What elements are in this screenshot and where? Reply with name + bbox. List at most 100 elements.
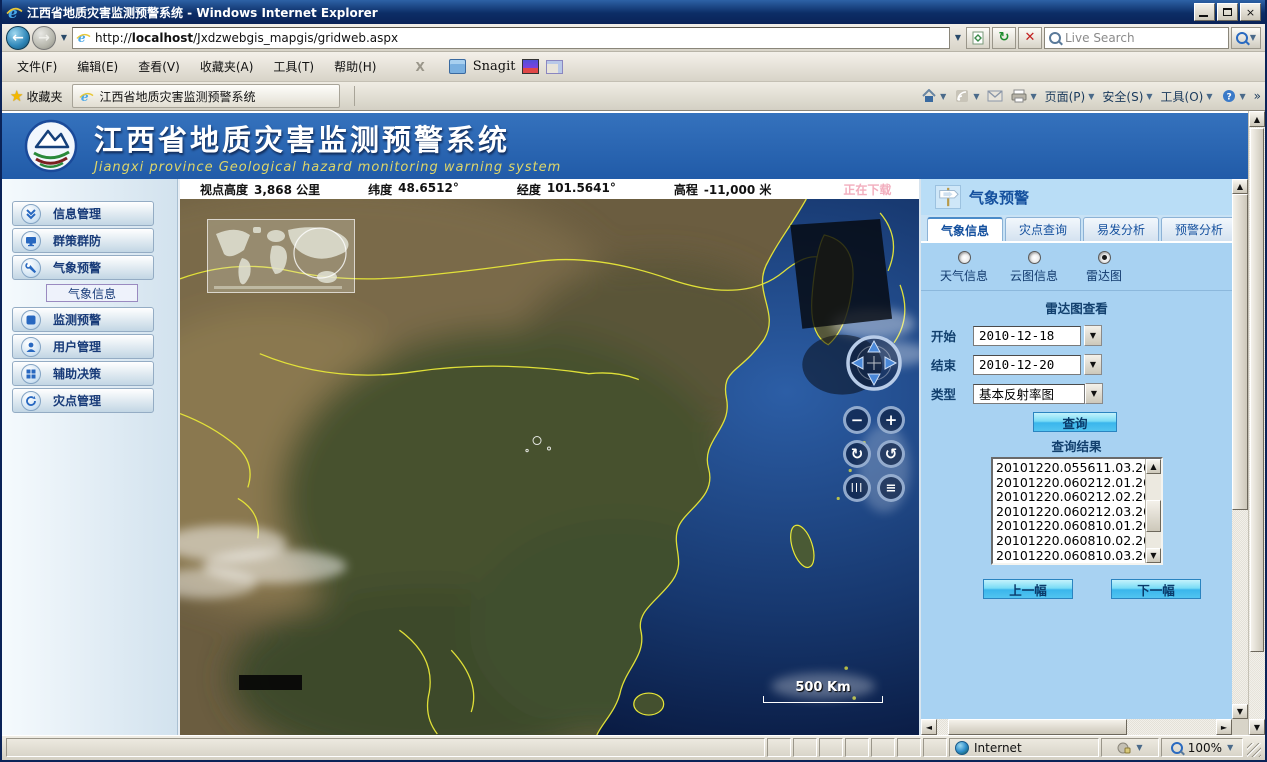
- start-date-input[interactable]: 2010-12-18: [973, 326, 1081, 346]
- rotate-ccw-button[interactable]: ↺: [877, 440, 905, 468]
- zoom-in-button[interactable]: +: [877, 406, 905, 434]
- sidebar-item-hazard-point-mgmt[interactable]: 灾点管理: [12, 388, 154, 413]
- start-date-dropdown[interactable]: ▼: [1084, 325, 1102, 346]
- tilt-up-button[interactable]: |||: [843, 474, 871, 502]
- results-listbox[interactable]: 20101220.055611.03.20. 20101220.060212.0…: [991, 457, 1163, 565]
- list-scrollbar[interactable]: ▲ ▼: [1145, 459, 1161, 563]
- menu-tools[interactable]: 工具(T): [264, 54, 323, 79]
- live-search-box[interactable]: [1044, 27, 1229, 49]
- scroll-left-icon[interactable]: ◄: [921, 719, 937, 735]
- menu-help[interactable]: 帮助(H): [325, 54, 385, 79]
- snagit-capture-icon[interactable]: [522, 59, 539, 74]
- back-button[interactable]: ←: [6, 26, 30, 50]
- radio-cloud-image[interactable]: [1028, 251, 1041, 264]
- favorites-label[interactable]: 收藏夹: [26, 88, 62, 105]
- favorites-star-icon[interactable]: ★: [10, 87, 23, 105]
- scroll-up-icon[interactable]: ▲: [1232, 179, 1248, 194]
- scroll-down-icon[interactable]: ▼: [1146, 548, 1161, 563]
- scroll-down-icon[interactable]: ▼: [1249, 719, 1265, 735]
- search-go-button[interactable]: ▼: [1231, 27, 1261, 49]
- search-input[interactable]: [1065, 31, 1224, 45]
- home-button[interactable]: ▼: [921, 89, 946, 103]
- scroll-thumb[interactable]: [1146, 500, 1161, 532]
- list-item[interactable]: 20101220.060212.03.20.: [993, 504, 1145, 519]
- radio-radar-image[interactable]: [1098, 251, 1111, 264]
- type-dropdown[interactable]: ▼: [1085, 383, 1103, 404]
- feeds-button[interactable]: ▼: [954, 89, 979, 103]
- statusbar-cell: [819, 738, 843, 757]
- overflow-chevron[interactable]: »: [1254, 89, 1261, 103]
- scroll-thumb[interactable]: [1250, 128, 1264, 652]
- minimize-button[interactable]: [1194, 3, 1215, 21]
- type-select[interactable]: 基本反射率图: [973, 384, 1085, 404]
- zoom-out-button[interactable]: −: [843, 406, 871, 434]
- list-item[interactable]: 20101220.060810.03.20.: [993, 548, 1145, 563]
- radio-weather-info[interactable]: [958, 251, 971, 264]
- query-button[interactable]: 查询: [1033, 412, 1117, 432]
- tilt-down-button[interactable]: ≡: [877, 474, 905, 502]
- list-item[interactable]: 20101220.060212.02.20.: [993, 489, 1145, 504]
- sidebar-item-group-defense[interactable]: 群策群防: [12, 228, 154, 253]
- protected-mode-icon: [1117, 741, 1131, 755]
- help-menu[interactable]: ?▼: [1221, 89, 1246, 103]
- panel-horizontal-scrollbar[interactable]: ◄ ►: [921, 719, 1232, 735]
- start-date-row: 开始 2010-12-18 ▼: [931, 325, 1232, 346]
- url-field[interactable]: e http://localhost/Jxdzwebgis_mapgis/gri…: [72, 27, 950, 49]
- scroll-up-icon[interactable]: ▲: [1146, 459, 1161, 474]
- overview-inset-map[interactable]: [207, 219, 355, 293]
- sidebar-item-info-mgmt[interactable]: 信息管理: [12, 201, 154, 226]
- list-item[interactable]: 20101220.060810.02.20.: [993, 533, 1145, 548]
- toolbar-close-icon[interactable]: X: [415, 60, 424, 74]
- scroll-down-icon[interactable]: ▼: [1232, 704, 1248, 719]
- print-button[interactable]: ▼: [1011, 89, 1036, 103]
- scroll-thumb[interactable]: [1232, 194, 1248, 510]
- globe-view[interactable]: − + ↻ ↺ ||| ≡ 500 Km: [180, 199, 919, 735]
- page-vertical-scrollbar[interactable]: ▲ ▼: [1248, 111, 1265, 735]
- forward-button[interactable]: →: [32, 26, 56, 50]
- snagit-profile-icon[interactable]: [546, 60, 563, 74]
- scroll-up-icon[interactable]: ▲: [1249, 111, 1265, 127]
- read-mail-button[interactable]: [987, 89, 1003, 103]
- resize-grip[interactable]: [1247, 743, 1261, 757]
- sidebar-item-user-mgmt[interactable]: 用户管理: [12, 334, 154, 359]
- page-menu[interactable]: 页面(P)▼: [1045, 88, 1095, 105]
- snagit-icon[interactable]: [449, 59, 466, 74]
- tab-hazard-query[interactable]: 灾点查询: [1005, 217, 1081, 241]
- tab-warning-analysis[interactable]: 预警分析: [1161, 217, 1232, 241]
- browser-tab[interactable]: e 江西省地质灾害监测预警系统: [72, 84, 340, 108]
- history-dropdown[interactable]: ▼: [58, 28, 70, 48]
- compatibility-view-button[interactable]: [966, 27, 990, 49]
- snagit-label[interactable]: Snagit: [473, 59, 516, 74]
- tools-menu[interactable]: 工具(O)▼: [1161, 88, 1213, 105]
- next-frame-button[interactable]: 下一幅: [1111, 579, 1201, 599]
- stop-button[interactable]: ✕: [1018, 27, 1042, 49]
- close-button[interactable]: ×: [1240, 3, 1261, 21]
- sidebar-item-weather-warning[interactable]: 气象预警: [12, 255, 154, 280]
- list-item[interactable]: 20101220.060212.01.20.: [993, 475, 1145, 490]
- menu-favorites[interactable]: 收藏夹(A): [191, 54, 263, 79]
- scroll-right-icon[interactable]: ►: [1216, 719, 1232, 735]
- maximize-button[interactable]: [1217, 3, 1238, 21]
- pan-compass-control[interactable]: [845, 334, 903, 392]
- url-dropdown[interactable]: ▼: [952, 28, 964, 48]
- end-date-dropdown[interactable]: ▼: [1084, 354, 1102, 375]
- tab-weather-info[interactable]: 气象信息: [927, 217, 1003, 241]
- sidebar-subitem-weather-info[interactable]: 气象信息: [46, 284, 138, 302]
- menu-view[interactable]: 查看(V): [129, 54, 189, 79]
- sidebar-item-decision-support[interactable]: 辅助决策: [12, 361, 154, 386]
- list-item[interactable]: 20101220.055611.03.20.: [993, 460, 1145, 475]
- panel-vertical-scrollbar[interactable]: ▲ ▼: [1232, 179, 1248, 719]
- list-item[interactable]: 20101220.060810.01.20.: [993, 518, 1145, 533]
- safety-menu[interactable]: 安全(S)▼: [1102, 88, 1152, 105]
- menu-edit[interactable]: 编辑(E): [68, 54, 127, 79]
- refresh-button[interactable]: ↻: [992, 27, 1016, 49]
- zoom-level-cell[interactable]: 100% ▼: [1161, 738, 1243, 757]
- tab-susceptibility-analysis[interactable]: 易发分析: [1083, 217, 1159, 241]
- previous-frame-button[interactable]: 上一幅: [983, 579, 1073, 599]
- sidebar-item-monitor-warning[interactable]: 监测预警: [12, 307, 154, 332]
- protected-mode-cell[interactable]: ▼: [1101, 738, 1159, 757]
- menu-file[interactable]: 文件(F): [8, 54, 66, 79]
- rotate-cw-button[interactable]: ↻: [843, 440, 871, 468]
- scroll-thumb[interactable]: [948, 719, 1127, 735]
- end-date-input[interactable]: 2010-12-20: [973, 355, 1081, 375]
